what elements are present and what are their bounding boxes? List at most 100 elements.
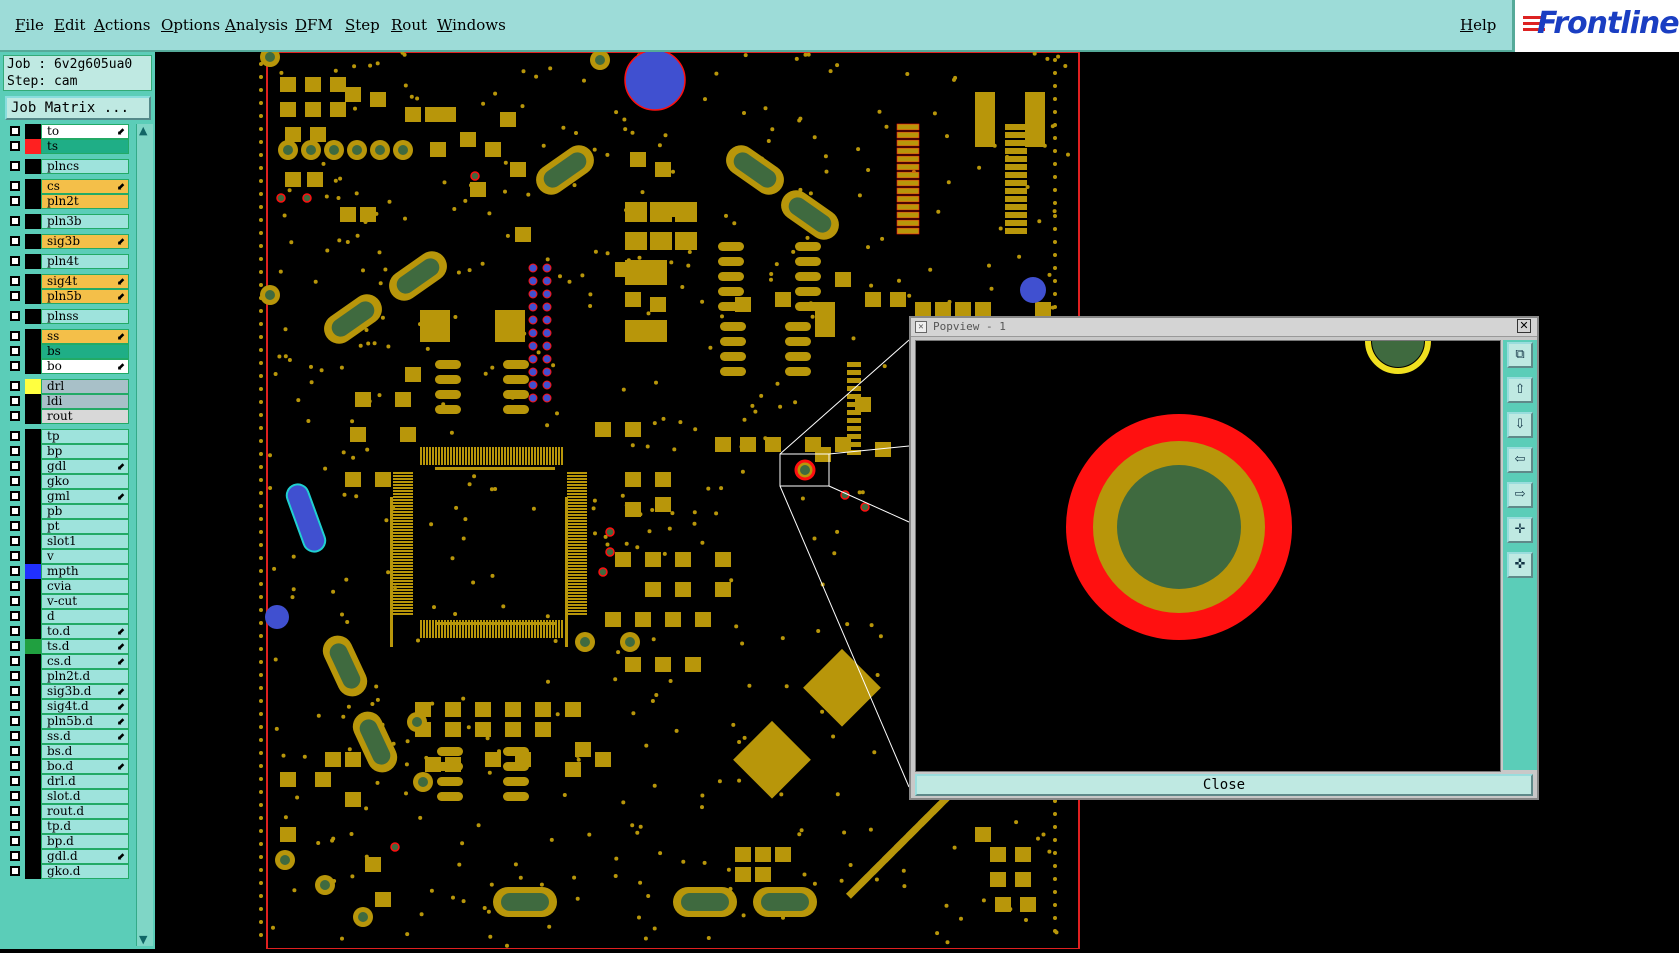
layer-popup-arrow-icon[interactable]: ⬋ (117, 731, 125, 744)
layer-row[interactable]: plnss (5, 309, 129, 324)
layer-row[interactable]: pln3b (5, 214, 129, 229)
layer-name[interactable]: gko.d (41, 864, 129, 879)
layer-checkbox[interactable] (10, 701, 20, 711)
layer-name[interactable]: gdl ⬋ (41, 459, 129, 474)
layer-checkbox[interactable] (10, 536, 20, 546)
layer-checkbox[interactable] (10, 746, 20, 756)
layer-checkbox[interactable] (10, 381, 20, 391)
layer-popup-arrow-icon[interactable]: ⬋ (117, 656, 125, 669)
layer-checkbox[interactable] (10, 761, 20, 771)
layer-checkbox[interactable] (10, 521, 20, 531)
window-menu-icon[interactable]: ✕ (915, 321, 927, 333)
layer-checkbox[interactable] (10, 196, 20, 206)
layer-name[interactable]: pln4t (41, 254, 129, 269)
zoom-in-icon[interactable]: ✛ (1507, 517, 1533, 543)
layer-name[interactable]: v-cut (41, 594, 129, 609)
layer-popup-arrow-icon[interactable]: ⬋ (117, 291, 125, 304)
layer-checkbox[interactable] (10, 626, 20, 636)
menu-dfm[interactable]: DFM (295, 16, 333, 34)
layer-checkbox[interactable] (10, 641, 20, 651)
layer-name[interactable]: to.d ⬋ (41, 624, 129, 639)
layer-checkbox[interactable] (10, 396, 20, 406)
layer-checkbox[interactable] (10, 566, 20, 576)
layer-checkbox[interactable] (10, 291, 20, 301)
layer-checkbox[interactable] (10, 506, 20, 516)
layer-checkbox[interactable] (10, 731, 20, 741)
layer-row[interactable]: gdl ⬋ (5, 459, 129, 474)
layer-popup-arrow-icon[interactable]: ⬋ (117, 236, 125, 249)
layer-popup-arrow-icon[interactable]: ⬋ (117, 491, 125, 504)
layer-name[interactable]: bo.d ⬋ (41, 759, 129, 774)
layer-row[interactable]: v (5, 549, 129, 564)
layer-popup-arrow-icon[interactable]: ⬋ (117, 686, 125, 699)
layer-name[interactable]: ts.d ⬋ (41, 639, 129, 654)
layer-popup-arrow-icon[interactable]: ⬋ (117, 126, 125, 139)
popview-canvas[interactable] (915, 340, 1501, 772)
layer-row[interactable]: gdl.d ⬋ (5, 849, 129, 864)
layer-row[interactable]: bo ⬋ (5, 359, 129, 374)
layer-name[interactable]: bp.d (41, 834, 129, 849)
menu-edit[interactable]: Edit (54, 16, 85, 34)
pan-right-icon[interactable]: ⇨ (1507, 482, 1533, 508)
layer-name[interactable]: bs.d (41, 744, 129, 759)
layer-name[interactable]: ldi (41, 394, 129, 409)
layer-checkbox[interactable] (10, 671, 20, 681)
layer-row[interactable]: bo.d ⬋ (5, 759, 129, 774)
layer-row[interactable]: bp (5, 444, 129, 459)
layer-row[interactable]: d (5, 609, 129, 624)
layer-name[interactable]: ss.d ⬋ (41, 729, 129, 744)
layer-name[interactable]: gdl.d ⬋ (41, 849, 129, 864)
layer-popup-arrow-icon[interactable]: ⬋ (117, 461, 125, 474)
layer-row[interactable]: pln4t (5, 254, 129, 269)
layer-popup-arrow-icon[interactable]: ⬋ (117, 361, 125, 374)
layer-name[interactable]: to ⬋ (41, 124, 129, 139)
layer-row[interactable]: sig3b ⬋ (5, 234, 129, 249)
layer-row[interactable]: ss.d ⬋ (5, 729, 129, 744)
layer-checkbox[interactable] (10, 141, 20, 151)
layer-name[interactable]: plnss (41, 309, 129, 324)
layer-row[interactable]: pln2t (5, 194, 129, 209)
layer-row[interactable]: gko (5, 474, 129, 489)
layer-checkbox[interactable] (10, 716, 20, 726)
menu-file[interactable]: File (15, 16, 44, 34)
layer-row[interactable]: slot.d (5, 789, 129, 804)
job-matrix-button[interactable]: Job Matrix ... (5, 96, 151, 120)
layer-row[interactable]: ss ⬋ (5, 329, 129, 344)
close-button[interactable]: Close (915, 774, 1533, 796)
menu-step[interactable]: Step (345, 16, 380, 34)
layer-row[interactable]: ts.d ⬋ (5, 639, 129, 654)
layer-name[interactable]: rout (41, 409, 129, 424)
layer-row[interactable]: tp (5, 429, 129, 444)
pan-left-icon[interactable]: ⇦ (1507, 447, 1533, 473)
layer-name[interactable]: sig3b.d ⬋ (41, 684, 129, 699)
layer-checkbox[interactable] (10, 821, 20, 831)
layer-checkbox[interactable] (10, 331, 20, 341)
layer-popup-arrow-icon[interactable]: ⬋ (117, 701, 125, 714)
layer-row[interactable]: gko.d (5, 864, 129, 879)
menu-rout[interactable]: Rout (391, 16, 427, 34)
layer-checkbox[interactable] (10, 461, 20, 471)
layer-checkbox[interactable] (10, 256, 20, 266)
layer-checkbox[interactable] (10, 126, 20, 136)
layer-checkbox[interactable] (10, 491, 20, 501)
popview-titlebar[interactable]: ✕ Popview - 1 ✕ (911, 318, 1537, 337)
menu-analysis[interactable]: Analysis (225, 16, 288, 34)
layer-checkbox[interactable] (10, 836, 20, 846)
layer-checkbox[interactable] (10, 581, 20, 591)
layer-checkbox[interactable] (10, 596, 20, 606)
layer-popup-arrow-icon[interactable]: ⬋ (117, 641, 125, 654)
layer-checkbox[interactable] (10, 276, 20, 286)
layer-row[interactable]: ts (5, 139, 129, 154)
layer-checkbox[interactable] (10, 161, 20, 171)
scroll-down-icon[interactable]: ▼ (139, 933, 147, 946)
layer-name[interactable]: pln2t (41, 194, 129, 209)
pan-up-icon[interactable]: ⇧ (1507, 377, 1533, 403)
layer-row[interactable]: mpth (5, 564, 129, 579)
layer-row[interactable]: pln5b.d ⬋ (5, 714, 129, 729)
layer-checkbox[interactable] (10, 776, 20, 786)
layer-row[interactable]: cs ⬋ (5, 179, 129, 194)
layer-row[interactable]: pt (5, 519, 129, 534)
layer-row[interactable]: drl (5, 379, 129, 394)
layer-row[interactable]: ldi (5, 394, 129, 409)
layer-checkbox[interactable] (10, 686, 20, 696)
